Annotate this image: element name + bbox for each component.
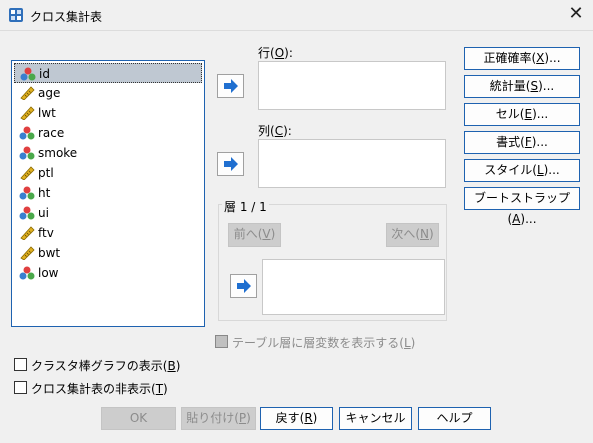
- variable-item[interactable]: bwt: [14, 243, 202, 263]
- variable-name: ftv: [38, 226, 54, 240]
- variable-item[interactable]: race: [14, 123, 202, 143]
- scale-ruler-icon: [19, 86, 35, 101]
- variable-name: lwt: [38, 106, 56, 120]
- variable-name: bwt: [38, 246, 61, 260]
- variable-item[interactable]: ui: [14, 203, 202, 223]
- rows-field[interactable]: [258, 61, 446, 110]
- variable-item[interactable]: lwt: [14, 103, 202, 123]
- variable-name: ptl: [38, 166, 54, 180]
- variable-item[interactable]: ptl: [14, 163, 202, 183]
- cancel-button[interactable]: キャンセル: [339, 407, 412, 430]
- side-button[interactable]: 書式(F)...: [464, 131, 580, 154]
- variable-name: ui: [38, 206, 49, 220]
- right-arrow-icon: [237, 279, 251, 293]
- clustered-bar-label: クラスタ棒グラフの表示(B): [31, 359, 181, 373]
- columns-field[interactable]: [258, 139, 446, 188]
- suppress-tables-label: クロス集計表の非表示(T): [31, 382, 168, 396]
- next-layer-button[interactable]: 次へ(N): [386, 223, 439, 247]
- nominal-circles-icon: [19, 266, 35, 280]
- window-title: クロス集計表: [30, 10, 103, 24]
- variable-name: age: [38, 86, 61, 100]
- variable-item[interactable]: age: [14, 83, 202, 103]
- scale-ruler-icon: [19, 106, 35, 121]
- variable-name: race: [38, 126, 65, 140]
- variable-item[interactable]: ht: [14, 183, 202, 203]
- right-arrow-icon: [224, 157, 238, 171]
- close-icon[interactable]: ✕: [566, 5, 586, 25]
- scale-ruler-icon: [19, 226, 35, 241]
- nominal-circles-icon: [19, 186, 35, 200]
- move-to-columns-button[interactable]: [217, 152, 244, 176]
- move-to-layer-button[interactable]: [230, 274, 257, 298]
- reset-button[interactable]: 戻す(R): [260, 407, 333, 430]
- side-button[interactable]: 正確確率(X)...: [464, 47, 580, 70]
- layer-variables-checkbox[interactable]: [215, 335, 228, 348]
- variable-list[interactable]: id age lwt race smoke ptl ht ui ftv bwt low: [11, 60, 205, 327]
- scale-ruler-icon: [19, 246, 35, 261]
- layer-variables-label: テーブル層に層変数を表示する(L): [232, 336, 416, 350]
- move-to-rows-button[interactable]: [217, 74, 244, 98]
- side-button[interactable]: 統計量(S)...: [464, 75, 580, 98]
- scale-ruler-icon: [19, 166, 35, 181]
- variable-item[interactable]: smoke: [14, 143, 202, 163]
- variable-name: smoke: [38, 146, 78, 160]
- paste-button[interactable]: 貼り付け(P): [181, 407, 256, 430]
- side-button[interactable]: スタイル(L)...: [464, 159, 580, 182]
- side-button[interactable]: セル(E)...: [464, 103, 580, 126]
- help-button[interactable]: ヘルプ: [418, 407, 491, 430]
- variable-name: id: [39, 67, 50, 81]
- layer-title: 層 1 / 1: [222, 198, 269, 215]
- right-arrow-icon: [224, 79, 238, 93]
- variable-name: ht: [38, 186, 51, 200]
- nominal-circles-icon: [20, 67, 36, 81]
- variable-name: low: [38, 266, 59, 280]
- nominal-circles-icon: [19, 146, 35, 160]
- crosstabs-app-icon: [8, 7, 24, 23]
- layer-field[interactable]: [262, 259, 445, 315]
- variable-item[interactable]: low: [14, 263, 202, 283]
- side-button[interactable]: ブートストラップ(A)...: [464, 187, 580, 226]
- previous-layer-button[interactable]: 前へ(V): [228, 223, 281, 247]
- rows-label: 行(O):: [258, 46, 293, 60]
- variable-item[interactable]: id: [14, 63, 202, 83]
- nominal-circles-icon: [19, 126, 35, 140]
- nominal-circles-icon: [19, 206, 35, 220]
- columns-label: 列(C):: [258, 124, 292, 138]
- clustered-bar-checkbox[interactable]: [14, 358, 27, 371]
- variable-item[interactable]: ftv: [14, 223, 202, 243]
- ok-button[interactable]: OK: [101, 407, 176, 430]
- suppress-tables-checkbox[interactable]: [14, 381, 27, 394]
